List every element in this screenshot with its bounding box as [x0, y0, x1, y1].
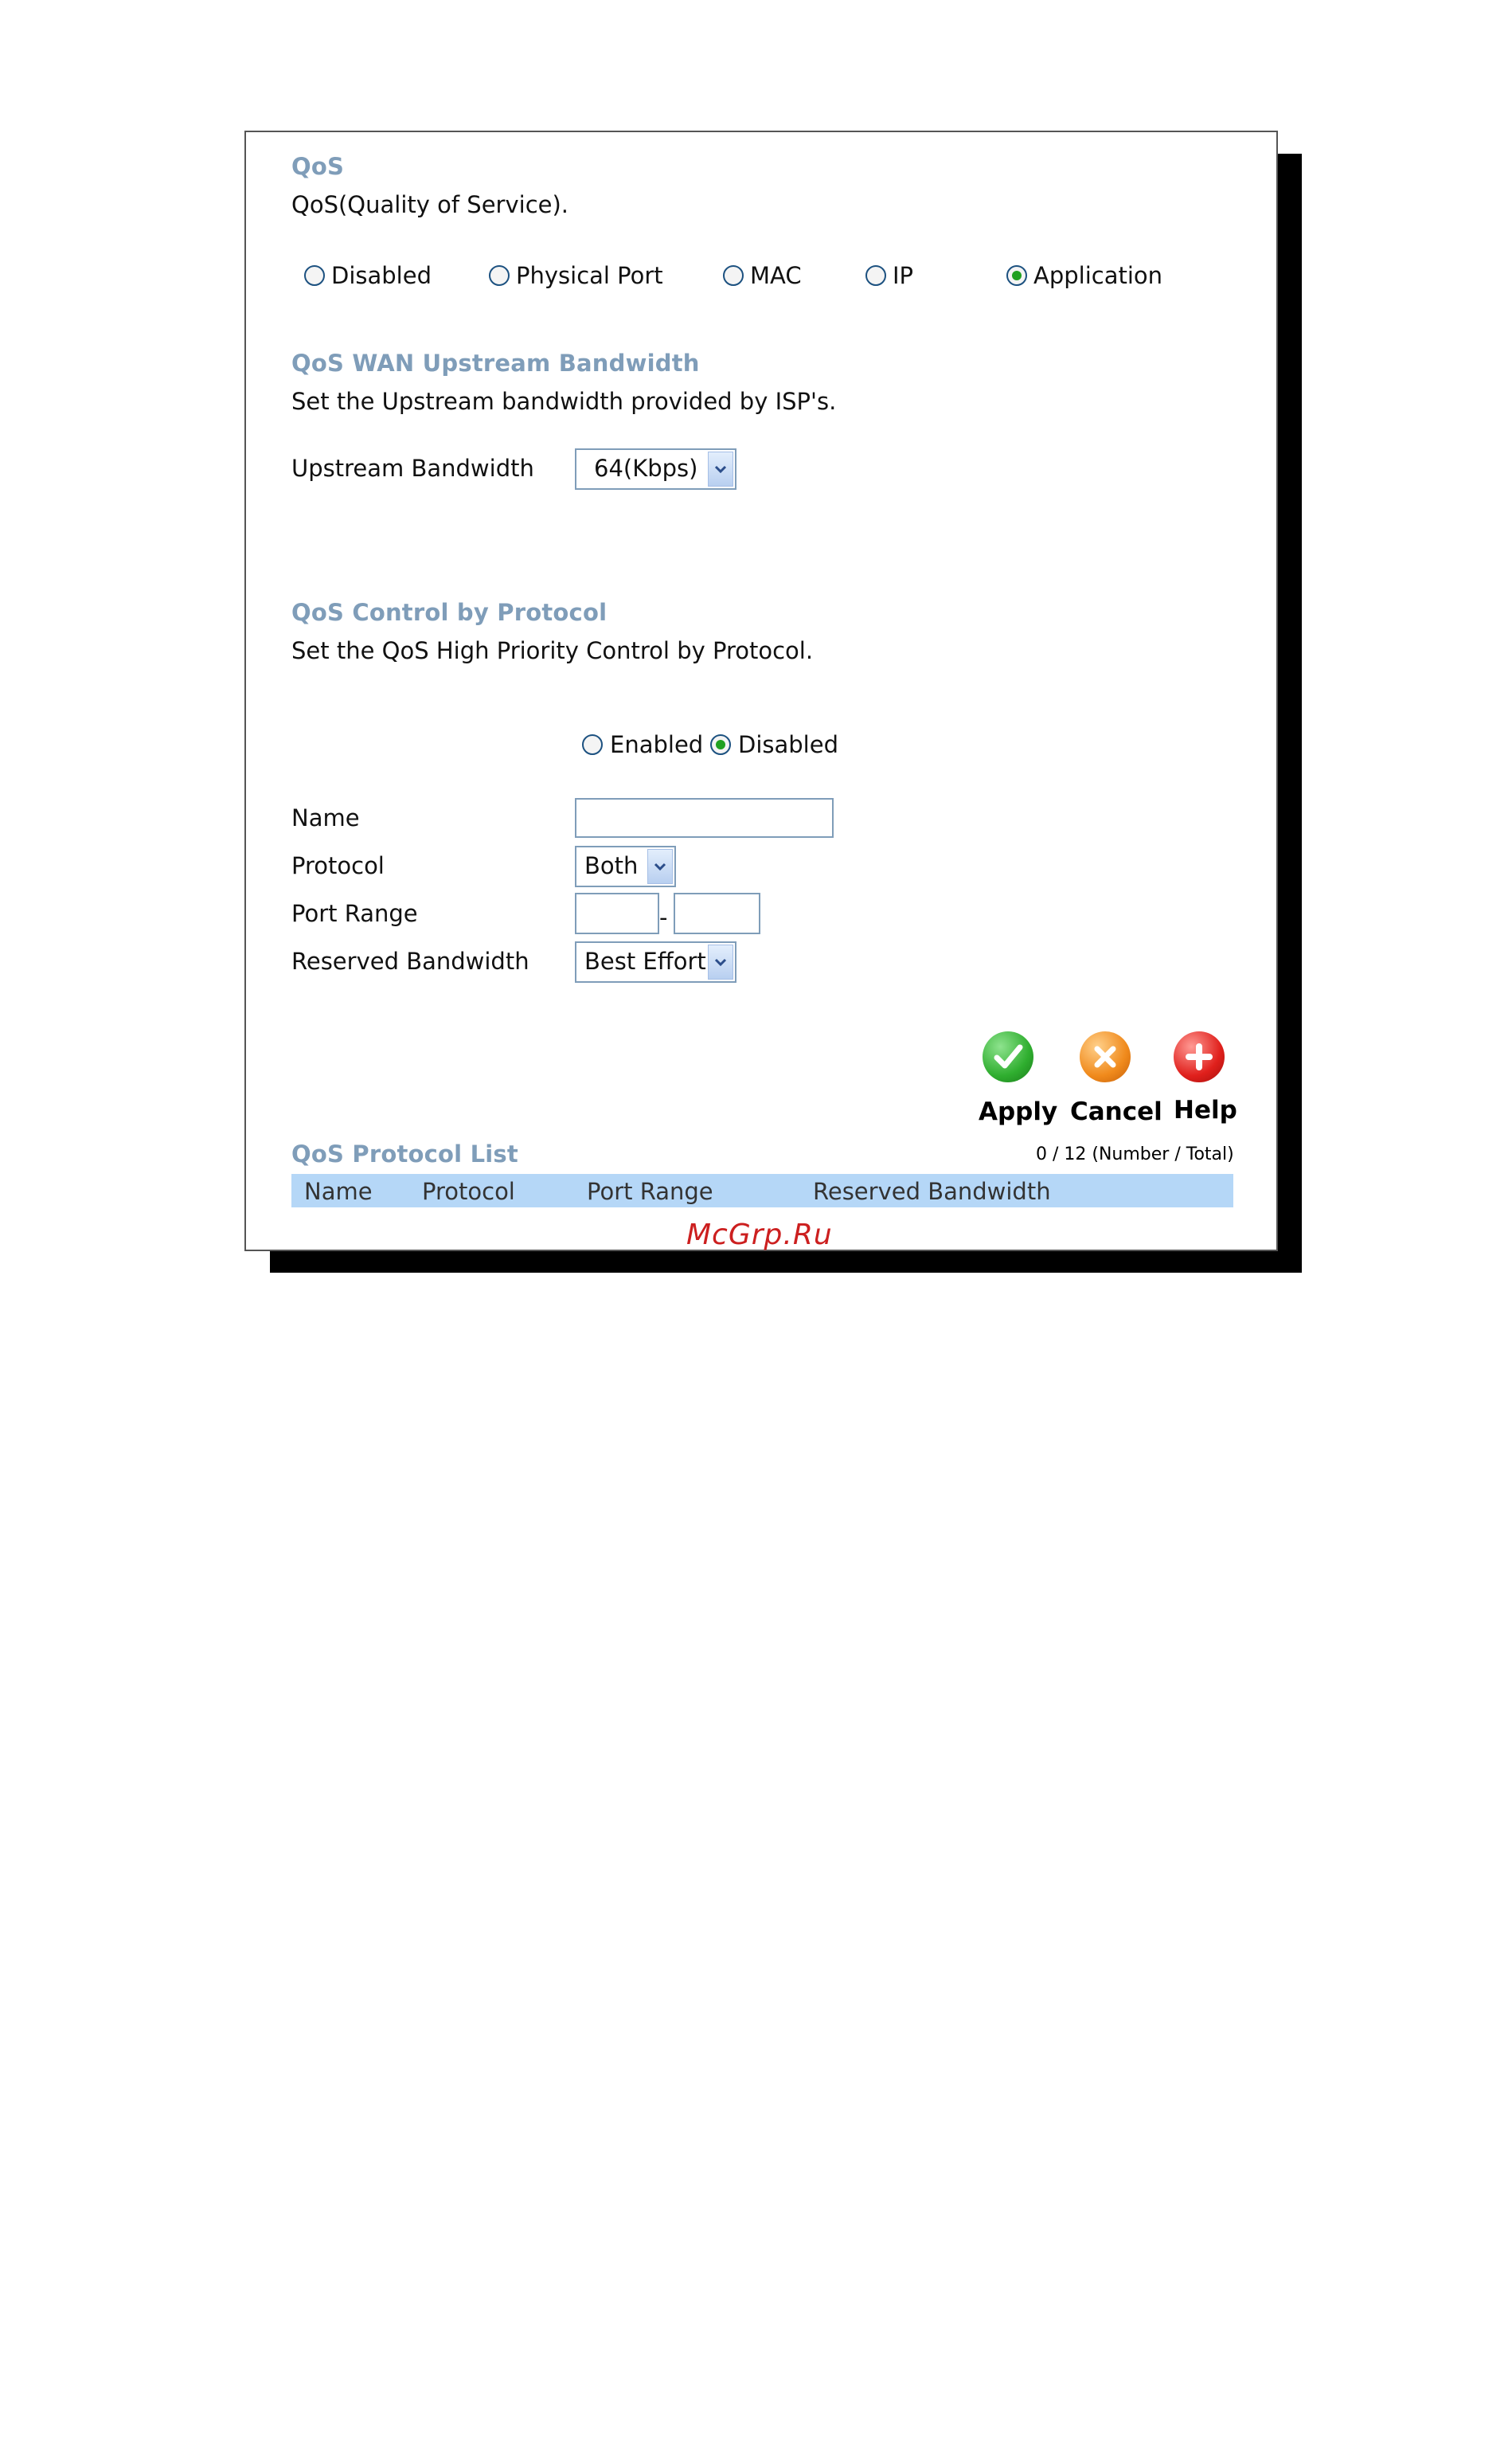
reserved-bandwidth-label: Reserved Bandwidth: [291, 948, 529, 975]
radio-qos-ip-label: IP: [893, 262, 914, 289]
upstream-bandwidth-label: Upstream Bandwidth: [291, 455, 534, 482]
upstream-description: Set the Upstream bandwidth provided by I…: [291, 388, 837, 415]
radio-qos-physical-port[interactable]: [489, 265, 510, 286]
radio-qos-mac[interactable]: [723, 265, 744, 286]
radio-protocol-disabled-label: Disabled: [738, 731, 838, 758]
upstream-bandwidth-select[interactable]: 64(Kbps): [575, 448, 736, 490]
plus-icon: [1186, 1043, 1213, 1070]
qos-title: QoS: [291, 153, 345, 180]
radio-protocol-enabled[interactable]: [582, 734, 603, 755]
column-header-protocol: Protocol: [422, 1178, 515, 1205]
protocol-list-header: Name Protocol Port Range Reserved Bandwi…: [291, 1174, 1233, 1207]
port-range-label: Port Range: [291, 900, 418, 927]
radio-qos-mac-label: MAC: [750, 262, 802, 289]
checkmark-icon: [994, 1044, 1023, 1069]
protocol-label: Protocol: [291, 852, 385, 879]
column-header-port-range: Port Range: [587, 1178, 713, 1205]
cancel-button[interactable]: [1080, 1031, 1131, 1082]
radio-qos-disabled-label: Disabled: [331, 262, 432, 289]
port-range-from-input[interactable]: [575, 893, 659, 934]
name-input[interactable]: [575, 798, 834, 838]
help-button[interactable]: [1174, 1031, 1225, 1082]
apply-button-label[interactable]: Apply: [979, 1097, 1057, 1126]
port-range-to-input[interactable]: [674, 893, 760, 934]
radio-qos-disabled[interactable]: [304, 265, 325, 286]
protocol-list-count: 0 / 12 (Number / Total): [1036, 1144, 1234, 1164]
watermark: McGrp.Ru: [686, 1219, 833, 1251]
cancel-button-label[interactable]: Cancel: [1070, 1097, 1162, 1126]
column-header-reserved-bandwidth: Reserved Bandwidth: [813, 1178, 1051, 1205]
radio-qos-ip[interactable]: [865, 265, 886, 286]
reserved-bandwidth-select[interactable]: Best Effort: [575, 941, 736, 983]
protocol-control-title: QoS Control by Protocol: [291, 599, 608, 626]
upstream-title: QoS WAN Upstream Bandwidth: [291, 350, 700, 377]
radio-protocol-disabled[interactable]: [710, 734, 731, 755]
protocol-control-description: Set the QoS High Priority Control by Pro…: [291, 637, 814, 664]
help-button-label[interactable]: Help: [1174, 1096, 1237, 1125]
close-icon: [1094, 1046, 1116, 1068]
reserved-bandwidth-value: Best Effort: [584, 948, 706, 975]
chevron-down-icon: [708, 452, 733, 487]
protocol-select[interactable]: Both: [575, 846, 676, 887]
radio-qos-application[interactable]: [1006, 265, 1027, 286]
radio-qos-physical-port-label: Physical Port: [516, 262, 663, 289]
qos-settings-panel: [244, 131, 1278, 1251]
port-range-separator: -: [659, 904, 668, 931]
protocol-value: Both: [584, 852, 639, 879]
chevron-down-icon: [708, 945, 733, 980]
radio-qos-application-label: Application: [1033, 262, 1163, 289]
name-label: Name: [291, 804, 360, 831]
upstream-bandwidth-value: 64(Kbps): [594, 455, 698, 482]
protocol-list-title: QoS Protocol List: [291, 1140, 518, 1168]
column-header-name: Name: [304, 1178, 373, 1205]
radio-protocol-enabled-label: Enabled: [610, 731, 704, 758]
apply-button[interactable]: [983, 1031, 1033, 1082]
qos-description: QoS(Quality of Service).: [291, 191, 569, 218]
chevron-down-icon: [647, 849, 673, 884]
